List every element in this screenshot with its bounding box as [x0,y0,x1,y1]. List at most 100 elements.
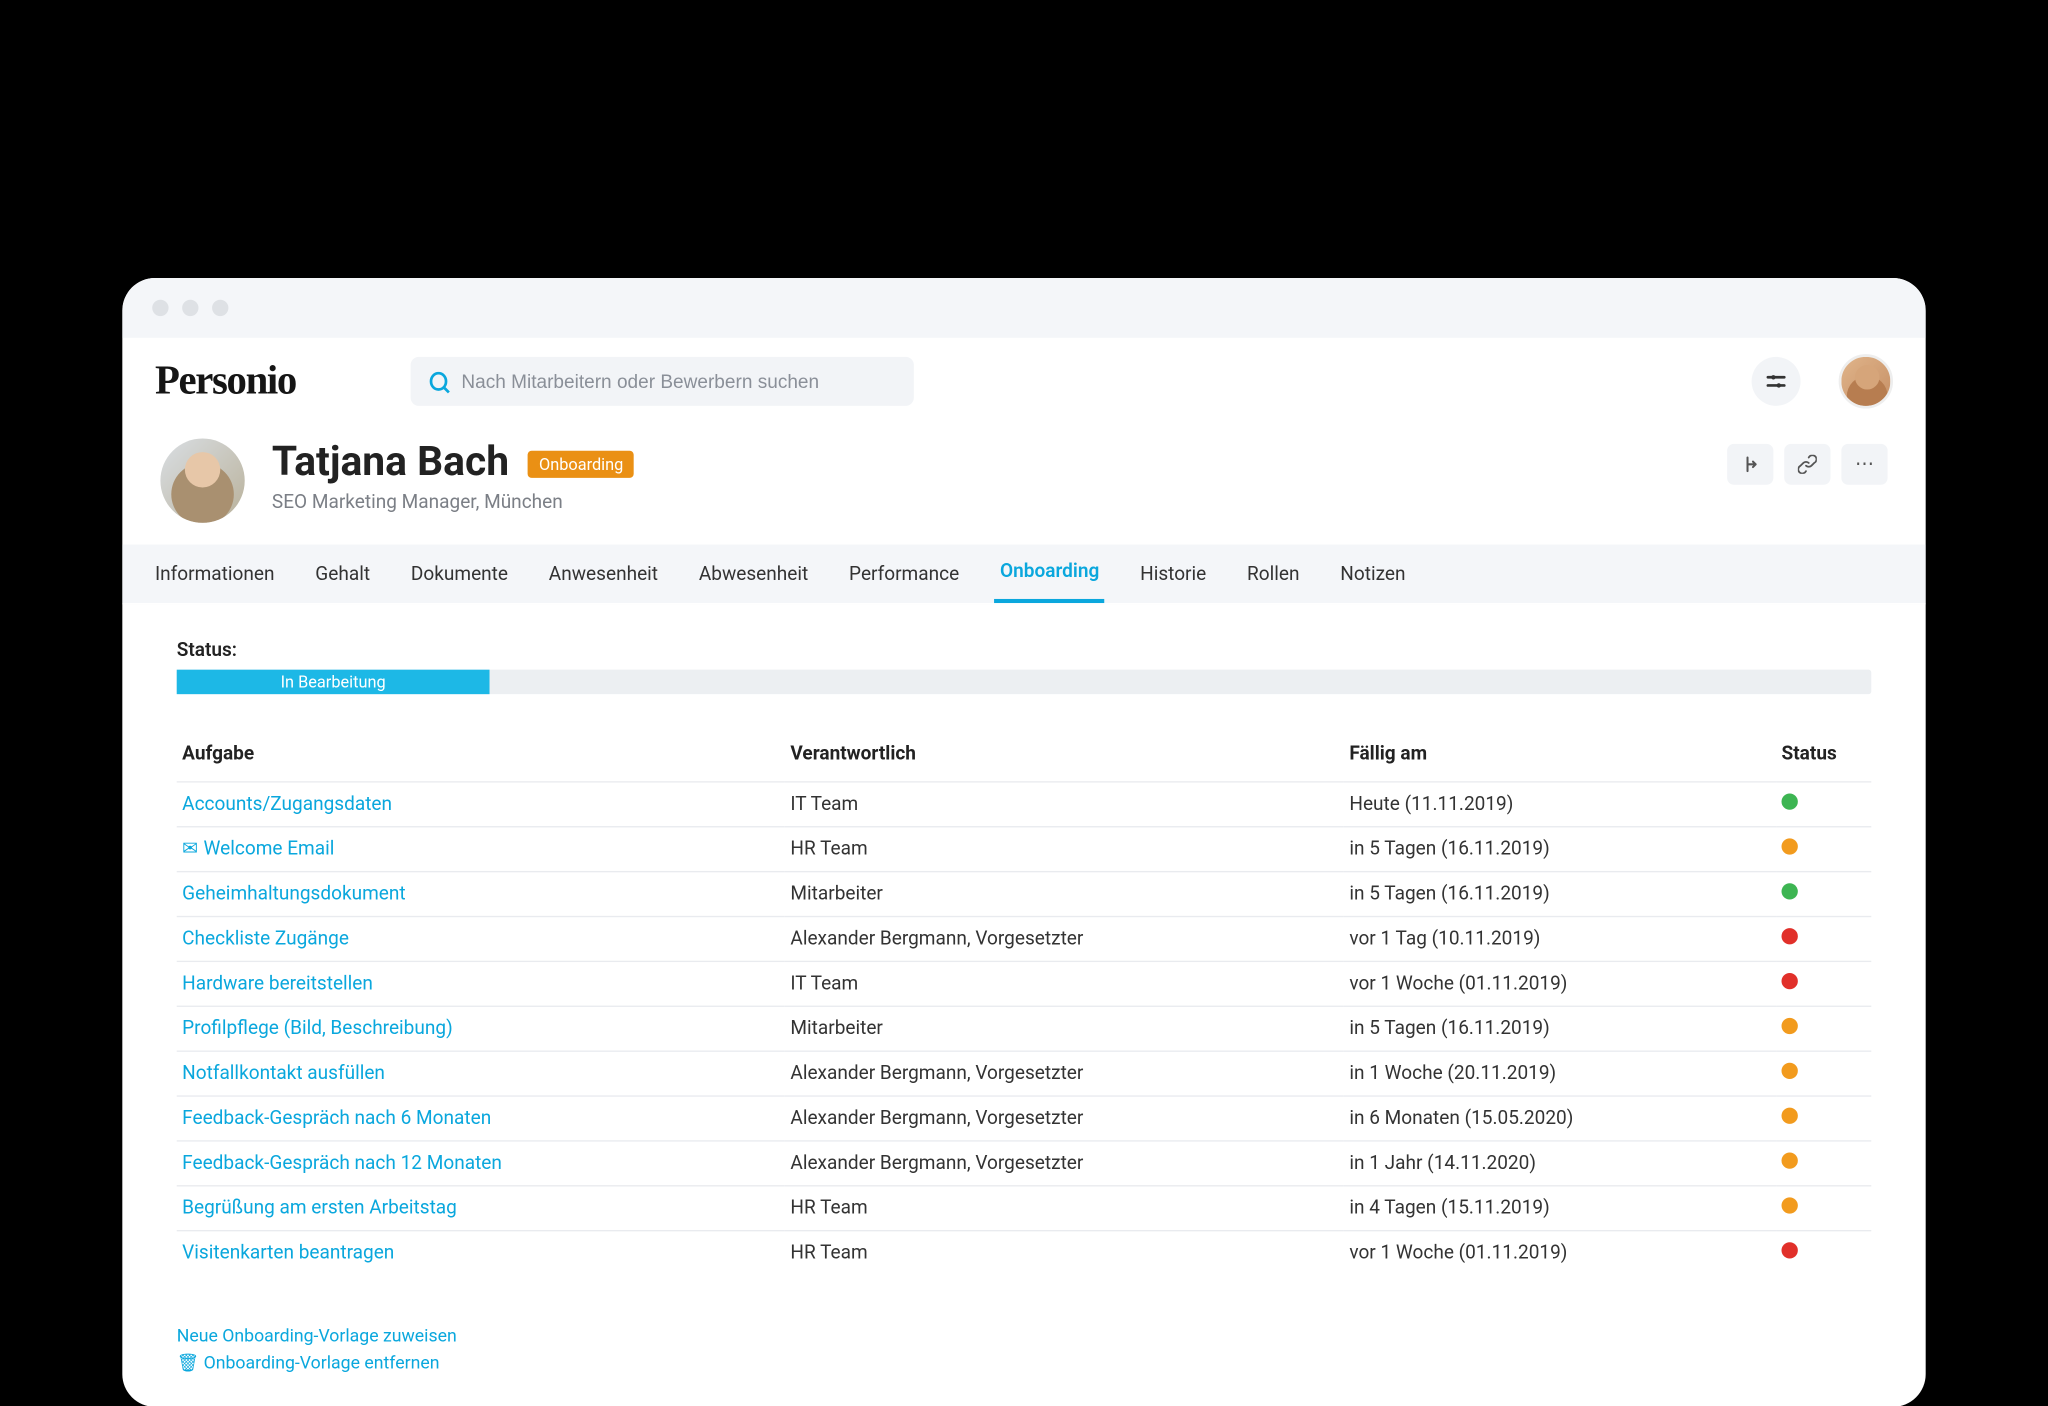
status-dot [1782,972,1798,988]
status-dot [1782,1017,1798,1033]
tab-onboarding[interactable]: Onboarding [995,544,1105,602]
responsible-cell: IT Team [785,961,1344,1006]
traffic-light-max[interactable] [212,299,228,315]
status-dot [1782,793,1798,809]
tab-anwesenheit[interactable]: Anwesenheit [543,544,663,602]
task-link[interactable]: Feedback-Gespräch nach 12 Monaten [182,1152,502,1174]
status-dot [1782,1107,1798,1123]
due-cell: vor 1 Woche (01.11.2019) [1344,961,1776,1006]
table-row: ✉ Welcome Email HR Teamin 5 Tagen (16.11.2… [177,826,1872,871]
responsible-cell: IT Team [785,781,1344,826]
col-due[interactable]: Fällig am [1344,732,1776,782]
employee-avatar[interactable] [160,438,244,522]
due-cell: vor 1 Tag (10.11.2019) [1344,916,1776,961]
template-actions: Neue Onboarding-Vorlage zuweisen 🗑 Onboa… [177,1323,1872,1376]
status-progress-fill: In Bearbeitung [177,669,490,693]
link-button[interactable] [1784,443,1830,484]
traffic-light-close[interactable] [152,299,168,315]
responsible-cell: Mitarbeiter [785,1006,1344,1051]
status-dot [1782,1242,1798,1258]
status-dot [1782,838,1798,854]
status-dot [1782,1197,1798,1213]
status-progress-bar: In Bearbeitung [177,669,1872,693]
onboarding-panel: Status: In Bearbeitung Aufgabe Verantwor… [122,604,1925,1404]
due-cell: in 1 Woche (20.11.2019) [1344,1051,1776,1096]
table-row: Visitenkarten beantragen HR Teamvor 1 Woc… [177,1230,1872,1274]
table-row: Feedback-Gespräch nach 6 Monaten Alexande… [177,1096,1872,1141]
col-status[interactable]: Status [1776,732,1871,782]
table-row: Begrüßung am ersten Arbeitstag HR Teamin … [177,1185,1872,1230]
app-window: Personio Tatjana Bach Onboarding SEO Mar… [122,278,1925,1406]
onboarding-tasks-table: Aufgabe Verantwortlich Fällig am Status … [177,732,1872,1275]
task-link[interactable]: Visitenkarten beantragen [182,1242,394,1264]
responsible-cell: Mitarbeiter [785,871,1344,916]
tab-notizen[interactable]: Notizen [1335,544,1411,602]
responsible-cell: HR Team [785,1185,1344,1230]
settings-icon[interactable] [1752,356,1801,405]
brand-logo[interactable]: Personio [155,358,373,404]
tab-performance[interactable]: Performance [844,544,965,602]
window-titlebar [122,278,1925,338]
status-dot [1782,1152,1798,1168]
employee-subtitle: SEO Marketing Manager, München [272,491,634,513]
task-link[interactable]: Checkliste Zugänge [182,928,349,950]
due-cell: in 1 Jahr (14.11.2020) [1344,1140,1776,1185]
task-link[interactable]: Notfallkontakt ausfüllen [182,1062,385,1084]
task-link[interactable]: Hardware bereitstellen [182,972,373,994]
table-row: Geheimhaltungsdokument Mitarbeiterin 5 Ta… [177,871,1872,916]
task-link[interactable]: Geheimhaltungsdokument [182,883,406,905]
status-dot [1782,883,1798,899]
table-row: Notfallkontakt ausfüllen Alexander Bergma… [177,1051,1872,1096]
due-cell: in 5 Tagen (16.11.2019) [1344,826,1776,871]
table-row: Checkliste Zugänge Alexander Bergmann, Vo… [177,916,1872,961]
status-dot [1782,1062,1798,1078]
tab-historie[interactable]: Historie [1135,544,1212,602]
table-row: Feedback-Gespräch nach 12 Monaten Alexand… [177,1140,1872,1185]
mail-icon: ✉ [182,838,198,860]
app-topbar: Personio [122,337,1925,424]
tab-gehalt[interactable]: Gehalt [310,544,376,602]
task-link[interactable]: Accounts/Zugangsdaten [182,793,392,815]
task-link[interactable]: Profilpflege (Bild, Beschreibung) [182,1017,453,1039]
due-cell: in 6 Monaten (15.05.2020) [1344,1096,1776,1141]
table-row: Hardware bereitstellen IT Teamvor 1 Woche… [177,961,1872,1006]
profile-header: Tatjana Bach Onboarding SEO Marketing Ma… [122,424,1925,544]
responsible-cell: Alexander Bergmann, Vorgesetzter [785,1096,1344,1141]
col-responsible[interactable]: Verantwortlich [785,732,1344,782]
tab-informationen[interactable]: Informationen [150,544,280,602]
tab-rollen[interactable]: Rollen [1242,544,1305,602]
status-dot [1782,928,1798,944]
due-cell: vor 1 Woche (01.11.2019) [1344,1230,1776,1274]
responsible-cell: HR Team [785,1230,1344,1274]
due-cell: in 5 Tagen (16.11.2019) [1344,871,1776,916]
task-link[interactable]: Begrüßung am ersten Arbeitstag [182,1197,457,1219]
due-cell: in 4 Tagen (15.11.2019) [1344,1185,1776,1230]
more-button[interactable]: ⋯ [1841,443,1887,484]
task-link[interactable]: Feedback-Gespräch nach 6 Monaten [182,1107,491,1129]
responsible-cell: Alexander Bergmann, Vorgesetzter [785,916,1344,961]
employee-name: Tatjana Bach [272,438,509,486]
traffic-light-min[interactable] [182,299,198,315]
table-row: Accounts/Zugangsdaten IT TeamHeute (11.11… [177,781,1872,826]
remove-template-label: Onboarding-Vorlage entfernen [204,1353,440,1373]
responsible-cell: HR Team [785,826,1344,871]
table-row: Profilpflege (Bild, Beschreibung) Mitarbe… [177,1006,1872,1051]
assign-template-link[interactable]: Neue Onboarding-Vorlage zuweisen [177,1323,1872,1350]
responsible-cell: Alexander Bergmann, Vorgesetzter [785,1051,1344,1096]
profile-tabs: Informationen Gehalt Dokumente Anwesenheit A… [122,544,1925,604]
col-task[interactable]: Aufgabe [177,732,785,782]
employee-status-badge: Onboarding [528,450,634,477]
due-cell: in 5 Tagen (16.11.2019) [1344,1006,1776,1051]
tab-dokumente[interactable]: Dokumente [405,544,513,602]
search-input[interactable] [461,370,894,392]
user-avatar[interactable] [1839,354,1893,408]
responsible-cell: Alexander Bergmann, Vorgesetzter [785,1140,1344,1185]
remove-template-link[interactable]: 🗑 Onboarding-Vorlage entfernen [177,1350,1872,1377]
task-link[interactable]: Welcome Email [204,838,335,860]
status-label: Status: [177,639,1872,661]
search-field[interactable] [411,356,914,405]
tab-abwesenheit[interactable]: Abwesenheit [693,544,813,602]
login-as-button[interactable] [1727,443,1773,484]
due-cell: Heute (11.11.2019) [1344,781,1776,826]
trash-icon: 🗑 [177,1353,199,1373]
